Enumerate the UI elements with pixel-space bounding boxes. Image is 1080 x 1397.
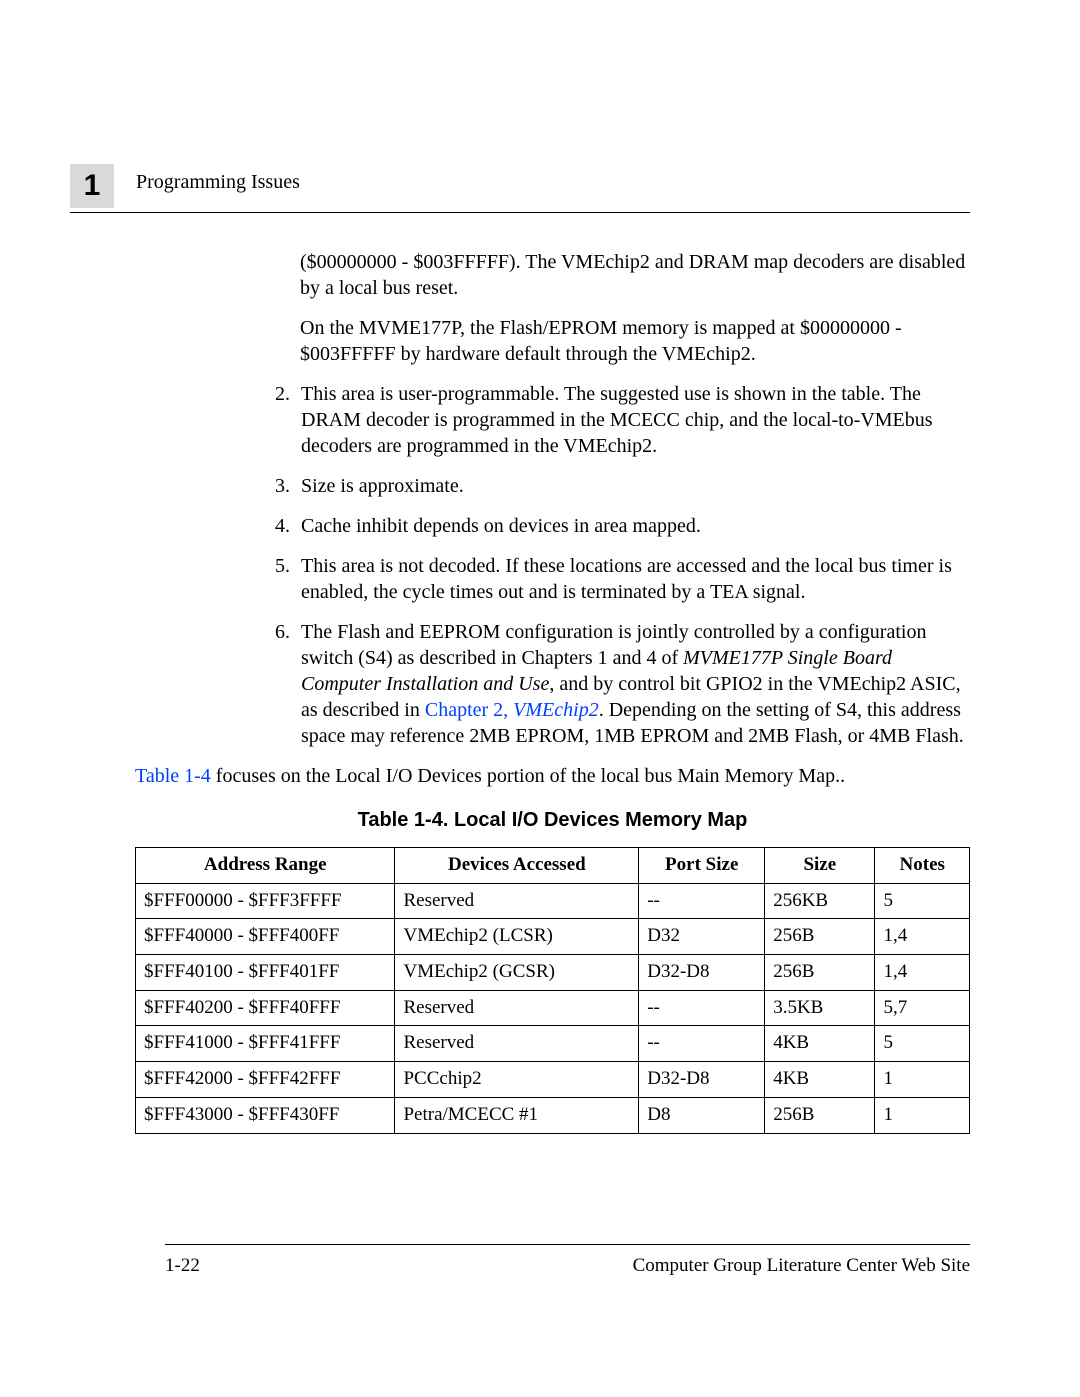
table-row: $FFF40200 - $FFF40FFFReserved--3.5KB5,7 bbox=[136, 990, 970, 1026]
chapter-number-badge: 1 bbox=[70, 164, 114, 208]
table-cell: PCCchip2 bbox=[395, 1062, 639, 1098]
table-cell: $FFF40000 - $FFF400FF bbox=[136, 919, 395, 955]
table-cell: D32-D8 bbox=[639, 955, 765, 991]
table-cell: 256KB bbox=[765, 883, 875, 919]
th-address-range: Address Range bbox=[136, 848, 395, 884]
note-text: This area is user-programmable. The sugg… bbox=[301, 381, 970, 459]
table-cell: -- bbox=[639, 990, 765, 1026]
memory-map-table: Address Range Devices Accessed Port Size… bbox=[135, 847, 970, 1134]
th-devices-accessed: Devices Accessed bbox=[395, 848, 639, 884]
table-cell: 256B bbox=[765, 955, 875, 991]
note-number: 4. bbox=[275, 513, 301, 539]
note-item-3: 3. Size is approximate. bbox=[275, 473, 970, 499]
note-number: 3. bbox=[275, 473, 301, 499]
table-cell: 1,4 bbox=[875, 955, 970, 991]
note-item-4: 4. Cache inhibit depends on devices in a… bbox=[275, 513, 970, 539]
note-item-6: 6. The Flash and EEPROM configuration is… bbox=[275, 619, 970, 749]
th-size: Size bbox=[765, 848, 875, 884]
table-cell: 256B bbox=[765, 919, 875, 955]
table-cell: $FFF41000 - $FFF41FFF bbox=[136, 1026, 395, 1062]
table-cell: D8 bbox=[639, 1097, 765, 1133]
note-number: 6. bbox=[275, 619, 301, 749]
table-1-4-link[interactable]: Table 1-4 bbox=[135, 765, 211, 787]
table-cell: 5 bbox=[875, 883, 970, 919]
table-row: $FFF00000 - $FFF3FFFFReserved--256KB5 bbox=[136, 883, 970, 919]
table-caption: Table 1-4. Local I/O Devices Memory Map bbox=[135, 807, 970, 833]
table-cell: 3.5KB bbox=[765, 990, 875, 1026]
table-cell: 5,7 bbox=[875, 990, 970, 1026]
note-item-5: 5. This area is not decoded. If these lo… bbox=[275, 553, 970, 605]
table-row: $FFF43000 - $FFF430FFPetra/MCECC #1D8256… bbox=[136, 1097, 970, 1133]
table-cell: D32 bbox=[639, 919, 765, 955]
table-cell: 1 bbox=[875, 1097, 970, 1133]
chapter-2-link-title: VMEchip2 bbox=[513, 699, 599, 721]
table-cell: 4KB bbox=[765, 1026, 875, 1062]
continuation-paragraph-1: ($00000000 - $003FFFFF). The VMEchip2 an… bbox=[300, 249, 970, 301]
table-cell: 5 bbox=[875, 1026, 970, 1062]
th-notes: Notes bbox=[875, 848, 970, 884]
table-cell: D32-D8 bbox=[639, 1062, 765, 1098]
table-cell: $FFF43000 - $FFF430FF bbox=[136, 1097, 395, 1133]
table-intro-rest: focuses on the Local I/O Devices portion… bbox=[211, 765, 845, 787]
table-cell: -- bbox=[639, 883, 765, 919]
table-cell: $FFF40200 - $FFF40FFF bbox=[136, 990, 395, 1026]
note-number: 5. bbox=[275, 553, 301, 605]
chapter-2-link-text: Chapter 2, bbox=[425, 699, 513, 721]
table-cell: 1,4 bbox=[875, 919, 970, 955]
table-cell: Reserved bbox=[395, 883, 639, 919]
table-cell: 1 bbox=[875, 1062, 970, 1098]
table-cell: $FFF40100 - $FFF401FF bbox=[136, 955, 395, 991]
chapter-2-link[interactable]: Chapter 2, VMEchip2 bbox=[425, 699, 599, 721]
note-text: Cache inhibit depends on devices in area… bbox=[301, 513, 970, 539]
table-row: $FFF41000 - $FFF41FFFReserved--4KB5 bbox=[136, 1026, 970, 1062]
table-intro-paragraph: Table 1-4 focuses on the Local I/O Devic… bbox=[135, 763, 970, 789]
note-text: This area is not decoded. If these locat… bbox=[301, 553, 970, 605]
note-item-2: 2. This area is user-programmable. The s… bbox=[275, 381, 970, 459]
note-text: Size is approximate. bbox=[301, 473, 970, 499]
table-cell: $FFF42000 - $FFF42FFF bbox=[136, 1062, 395, 1098]
note-text: The Flash and EEPROM configuration is jo… bbox=[301, 619, 970, 749]
table-cell: Reserved bbox=[395, 990, 639, 1026]
page-header: 1 Programming Issues bbox=[70, 160, 970, 213]
note-number: 2. bbox=[275, 381, 301, 459]
table-row: $FFF40100 - $FFF401FFVMEchip2 (GCSR)D32-… bbox=[136, 955, 970, 991]
table-row: $FFF40000 - $FFF400FFVMEchip2 (LCSR)D322… bbox=[136, 919, 970, 955]
th-port-size: Port Size bbox=[639, 848, 765, 884]
table-cell: Reserved bbox=[395, 1026, 639, 1062]
continuation-paragraph-2: On the MVME177P, the Flash/EPROM memory … bbox=[300, 315, 970, 367]
table-cell: VMEchip2 (GCSR) bbox=[395, 955, 639, 991]
table-cell: 256B bbox=[765, 1097, 875, 1133]
table-cell: Petra/MCECC #1 bbox=[395, 1097, 639, 1133]
page-footer: 1-22 Computer Group Literature Center We… bbox=[165, 1244, 970, 1277]
table-cell: VMEchip2 (LCSR) bbox=[395, 919, 639, 955]
running-head: Programming Issues bbox=[136, 171, 300, 194]
page-number: 1-22 bbox=[165, 1255, 200, 1277]
table-cell: 4KB bbox=[765, 1062, 875, 1098]
table-row: $FFF42000 - $FFF42FFFPCCchip2D32-D84KB1 bbox=[136, 1062, 970, 1098]
footer-site-text: Computer Group Literature Center Web Sit… bbox=[633, 1255, 970, 1277]
table-cell: $FFF00000 - $FFF3FFFF bbox=[136, 883, 395, 919]
table-cell: -- bbox=[639, 1026, 765, 1062]
